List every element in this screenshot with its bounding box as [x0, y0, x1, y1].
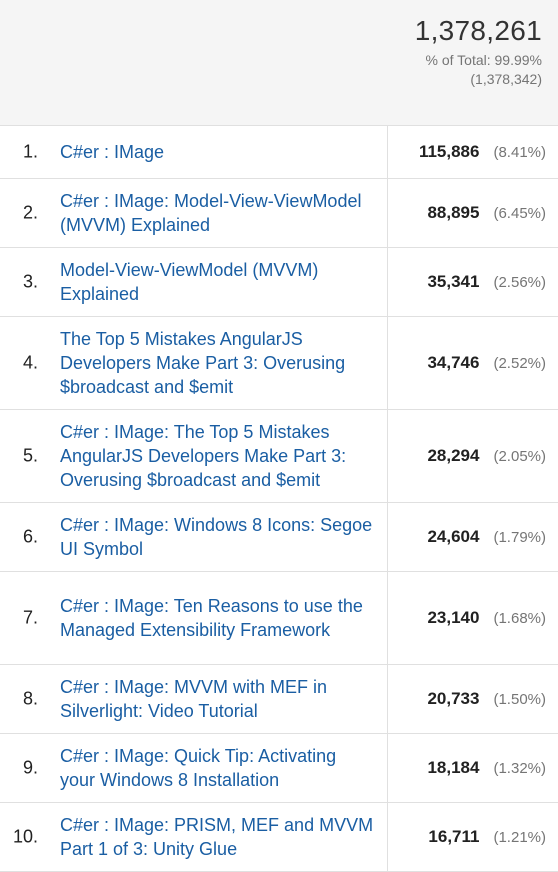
table-row: 3. Model-View-ViewModel (MVVM) Explained…	[0, 248, 558, 317]
row-metric: 24,604 (1.79%)	[427, 527, 546, 547]
row-percent: (1.50%)	[493, 691, 546, 708]
row-title-link[interactable]: C#er : IMage: Ten Reasons to use the Man…	[60, 594, 375, 642]
table-row: 7. C#er : IMage: Ten Reasons to use the …	[0, 572, 558, 665]
row-metric: 88,895 (6.45%)	[427, 203, 546, 223]
row-percent: (1.32%)	[493, 760, 546, 777]
row-percent: (2.52%)	[493, 355, 546, 372]
row-percent: (1.68%)	[493, 610, 546, 627]
row-rank: 8.	[22, 688, 38, 709]
row-value: 34,746	[427, 353, 480, 372]
row-value: 20,733	[427, 689, 480, 708]
table-row: 2. C#er : IMage: Model-View-ViewModel (M…	[0, 179, 558, 248]
row-value: 16,711	[428, 827, 480, 846]
total-grand-value: (1,378,342)	[470, 71, 542, 87]
row-title-link[interactable]: C#er : IMage	[60, 140, 375, 164]
row-metric: 34,746 (2.52%)	[427, 353, 546, 373]
row-percent: (8.41%)	[493, 144, 546, 161]
row-title-link[interactable]: C#er : IMage: The Top 5 Mistakes Angular…	[60, 420, 375, 492]
total-summary: 1,378,261 % of Total: 99.99% (1,378,342)	[415, 14, 542, 88]
row-percent: (1.79%)	[493, 529, 546, 546]
row-value: 28,294	[427, 446, 480, 465]
row-metric: 20,733 (1.50%)	[427, 689, 546, 709]
row-rank: 9.	[22, 757, 38, 778]
row-value: 35,341	[427, 272, 480, 291]
row-percent: (1.21%)	[493, 829, 546, 846]
row-rank: 6.	[22, 526, 38, 547]
row-title-link[interactable]: Model-View-ViewModel (MVVM) Explained	[60, 258, 375, 306]
table-row: 6. C#er : IMage: Windows 8 Icons: Segoe …	[0, 503, 558, 572]
row-title-link[interactable]: C#er : IMage: Windows 8 Icons: Segoe UI …	[60, 513, 375, 561]
row-metric: 115,886 (8.41%)	[419, 142, 546, 162]
table-row: 10. C#er : IMage: PRISM, MEF and MVVM Pa…	[0, 803, 558, 872]
row-value: 88,895	[427, 203, 480, 222]
row-title-link[interactable]: C#er : IMage: Quick Tip: Activating your…	[60, 744, 375, 792]
row-percent: (6.45%)	[493, 205, 546, 222]
row-rank: 5.	[22, 445, 38, 466]
row-rank: 4.	[22, 352, 38, 373]
table-row: 8. C#er : IMage: MVVM with MEF in Silver…	[0, 665, 558, 734]
row-value: 115,886	[418, 142, 480, 161]
row-title-link[interactable]: C#er : IMage: MVVM with MEF in Silverlig…	[60, 675, 375, 723]
total-percent-label: % of Total: 99.99%	[425, 52, 542, 68]
row-value: 18,184	[427, 758, 480, 777]
row-title-link[interactable]: The Top 5 Mistakes AngularJS Developers …	[60, 327, 375, 399]
row-title-link[interactable]: C#er : IMage: Model-View-ViewModel (MVVM…	[60, 189, 375, 237]
table-row: 9. C#er : IMage: Quick Tip: Activating y…	[0, 734, 558, 803]
row-metric: 28,294 (2.05%)	[427, 446, 546, 466]
table-row: 5. C#er : IMage: The Top 5 Mistakes Angu…	[0, 410, 558, 503]
row-metric: 23,140 (1.68%)	[427, 608, 546, 628]
row-rank: 3.	[22, 271, 38, 292]
row-rank: 7.	[22, 607, 38, 628]
analytics-table: 1,378,261 % of Total: 99.99% (1,378,342)…	[0, 0, 558, 872]
row-value: 23,140	[427, 608, 480, 627]
row-percent: (2.56%)	[493, 274, 546, 291]
row-rank: 10.	[12, 826, 38, 847]
row-metric: 18,184 (1.32%)	[427, 758, 546, 778]
row-rank: 2.	[22, 202, 38, 223]
row-metric: 16,711 (1.21%)	[428, 827, 546, 847]
row-rank: 1.	[22, 141, 38, 162]
table-row: 4. The Top 5 Mistakes AngularJS Develope…	[0, 317, 558, 410]
table-header: 1,378,261 % of Total: 99.99% (1,378,342)	[0, 0, 558, 126]
table-row: 1. C#er : IMage 115,886 (8.41%)	[0, 126, 558, 179]
row-title-link[interactable]: C#er : IMage: PRISM, MEF and MVVM Part 1…	[60, 813, 375, 861]
row-value: 24,604	[427, 527, 480, 546]
row-percent: (2.05%)	[493, 448, 546, 465]
row-metric: 35,341 (2.56%)	[427, 272, 546, 292]
total-value: 1,378,261	[414, 15, 542, 46]
